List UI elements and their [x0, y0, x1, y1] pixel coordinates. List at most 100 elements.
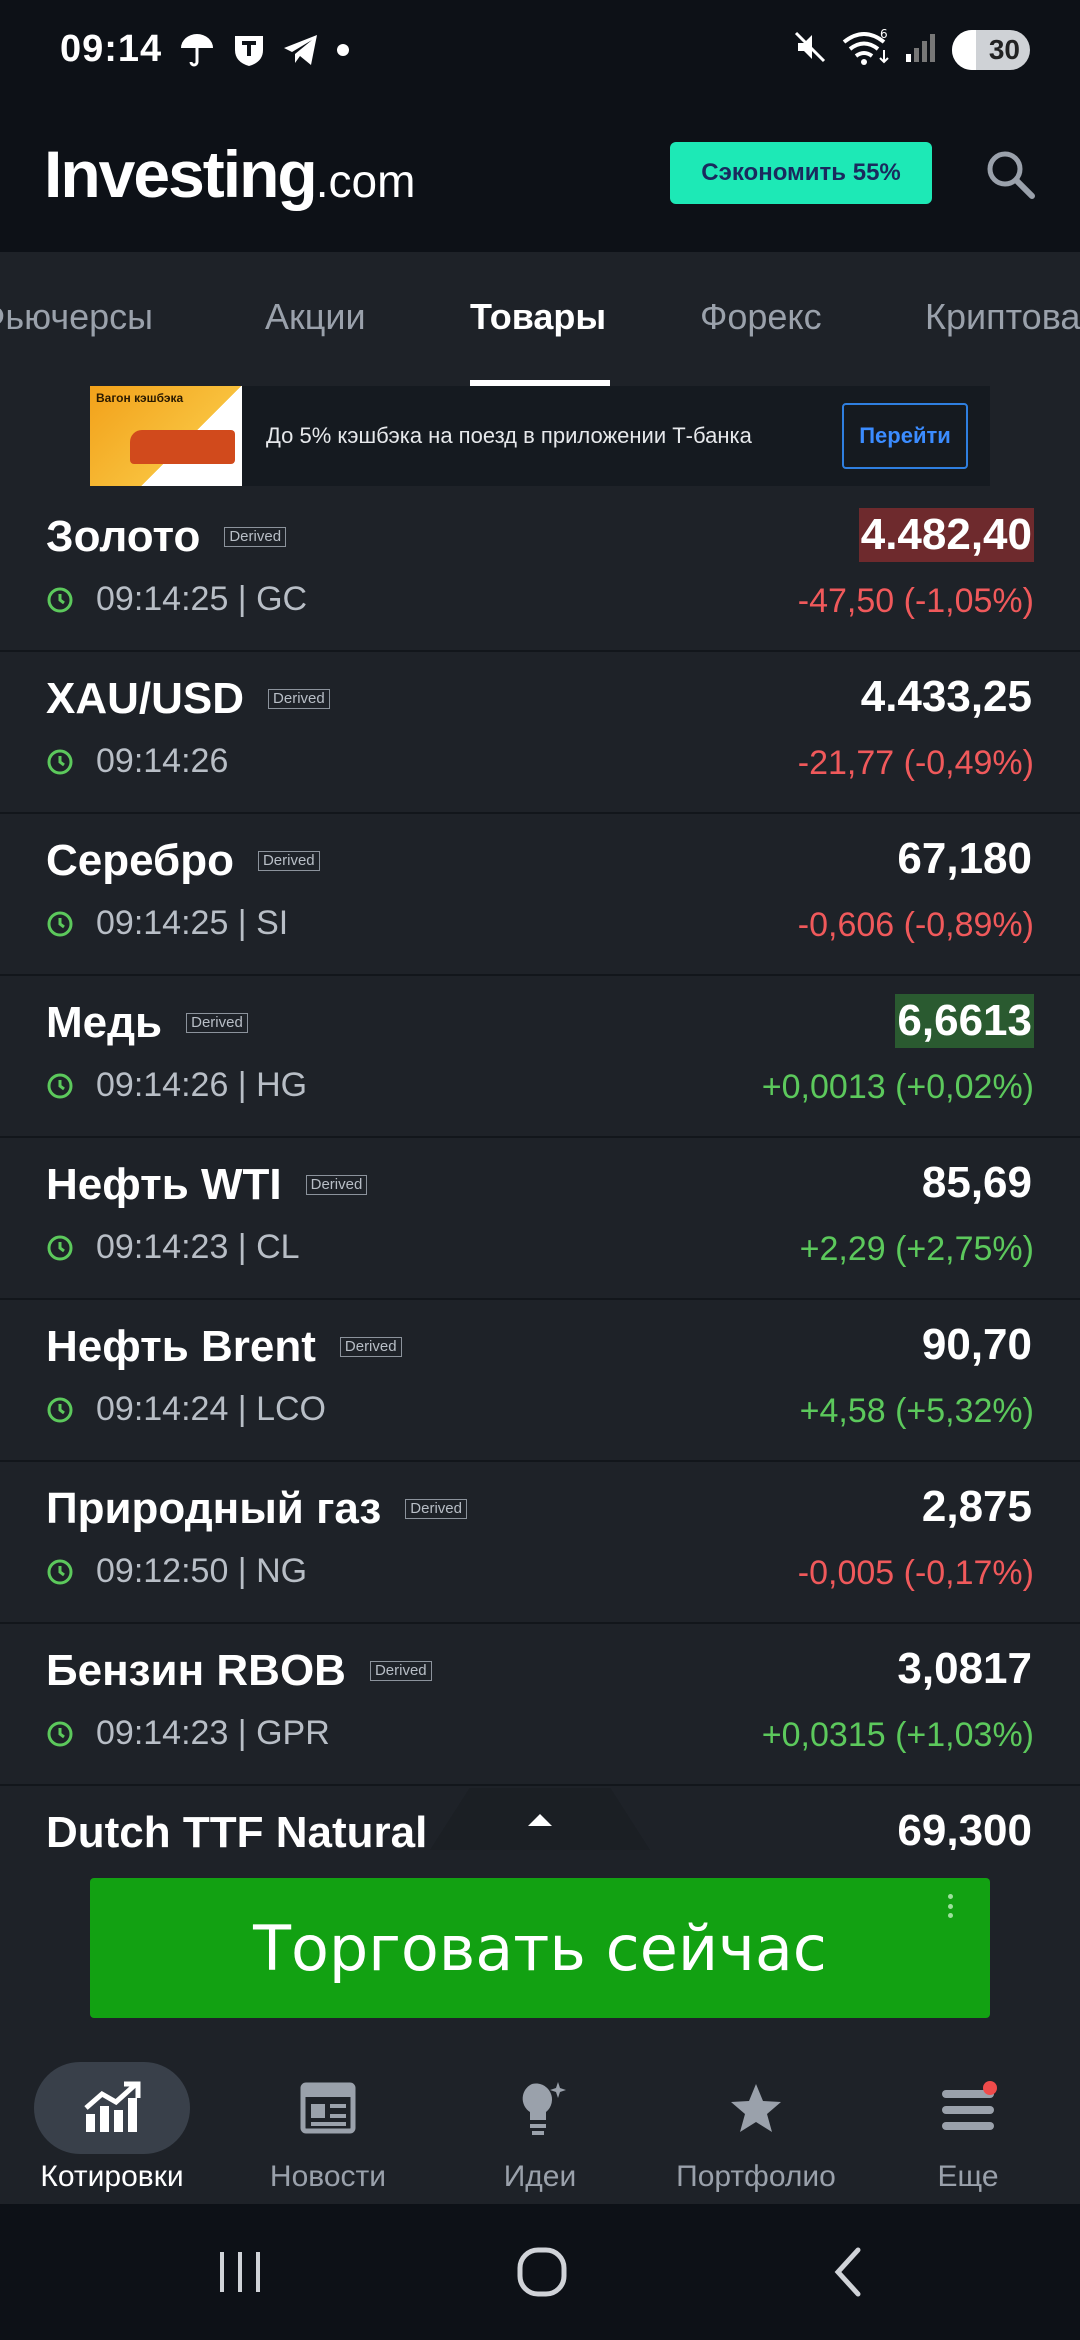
derived-badge: Derived: [305, 1175, 368, 1195]
tab-futures[interactable]: Фьючерсы: [0, 296, 153, 338]
recent-apps-icon[interactable]: [210, 2242, 270, 2302]
ad-image: Вагон кэшбэка: [90, 386, 242, 486]
quote-change: +4,58 (+5,32%): [799, 1392, 1034, 1430]
quote-change: -0,606 (-0,89%): [797, 906, 1034, 944]
trade-now-button[interactable]: Торговать сейчас: [90, 1878, 990, 2018]
back-icon[interactable]: [818, 2242, 878, 2302]
quotes-list: Золото Derived 09:14:25 | GC 4.482,40 -47…: [0, 490, 1080, 1850]
instrument-name: Медь: [46, 998, 163, 1047]
wifi-icon: 6: [842, 27, 890, 71]
clock-icon: [47, 1073, 73, 1098]
quote-row-copper[interactable]: Медь Derived 09:14:26 | HG 6,6613 +0,0013…: [0, 976, 1080, 1138]
quote-row-wti[interactable]: Нефть WTI Derived 09:14:23 | CL 85,69 +2,…: [0, 1138, 1080, 1300]
quote-row-natural-gas[interactable]: Природный газ Derived 09:12:50 | NG 2,875…: [0, 1462, 1080, 1624]
category-tabs: Фьючерсы Акции Товары Форекс Криптовалют…: [0, 252, 1080, 387]
investing-logo[interactable]: Investing.com: [44, 136, 415, 212]
instrument-name: Серебро: [46, 836, 234, 885]
derived-badge: Derived: [268, 689, 330, 709]
nav-news[interactable]: Новости: [220, 2062, 436, 2204]
mute-icon: [792, 29, 828, 70]
quote-price: 85,69: [921, 1158, 1032, 1207]
clock-icon: [47, 1559, 73, 1584]
quote-time: 09:14:26 | HG: [96, 1066, 308, 1104]
trade-ad-area: Торговать сейчас: [0, 1850, 1080, 2062]
quote-row-rbob[interactable]: Бензин RBOB Derived 09:14:23 | GPR 3,0817…: [0, 1624, 1080, 1786]
quote-time: 09:14:24 | LCO: [96, 1390, 326, 1428]
tab-commodities[interactable]: Товары: [470, 296, 606, 338]
battery-indicator: 30: [952, 29, 1030, 70]
quote-price: 2,875: [921, 1482, 1032, 1531]
clock-icon: [47, 1721, 73, 1746]
tab-stocks[interactable]: Акции: [265, 296, 366, 338]
nav-more[interactable]: Еще: [860, 2062, 1076, 2204]
status-bar: 09:14 6 30: [0, 0, 1080, 100]
quote-price: 3,0817: [897, 1644, 1032, 1693]
quote-time: 09:14:26: [96, 742, 229, 780]
telegram-icon: [282, 33, 320, 72]
ad-go-button[interactable]: Перейти: [842, 403, 968, 469]
ad-text: До 5% кэшбэка на поезд в приложении Т-ба…: [266, 423, 752, 448]
instrument-name: Dutch TTF Natural: [46, 1808, 428, 1850]
quote-change: -47,50 (-1,05%): [797, 582, 1034, 620]
derived-badge: Derived: [339, 1337, 402, 1357]
instrument-name: XAU/USD: [46, 674, 245, 723]
instrument-name: Золото: [46, 512, 201, 561]
signal-icon: [904, 30, 938, 69]
nav-quotes[interactable]: Котировки: [4, 2062, 220, 2204]
clock-icon: [47, 911, 73, 936]
clock-icon: [47, 587, 73, 612]
clock-icon: [47, 1397, 73, 1422]
quote-row-brent[interactable]: Нефть Brent Derived 09:14:24 | LCO 90,70 …: [0, 1300, 1080, 1462]
quote-price: 6,6613: [895, 994, 1034, 1048]
quote-row-silver[interactable]: Серебро Derived 09:14:25 | SI 67,180 -0,6…: [0, 814, 1080, 976]
tab-crypto[interactable]: Криптовалюта: [925, 296, 1080, 338]
quote-price: 69,300: [897, 1806, 1032, 1850]
quote-row-xau-usd[interactable]: XAU/USD Derived 09:14:26 4.433,25 -21,77 …: [0, 652, 1080, 814]
more-options-icon[interactable]: [948, 1894, 954, 1918]
quote-row-gold[interactable]: Золото Derived 09:14:25 | GC 4.482,40 -47…: [0, 490, 1080, 652]
news-icon: [300, 2082, 356, 2134]
status-time: 09:14: [60, 28, 163, 70]
instrument-name: Нефть Brent: [46, 1322, 316, 1371]
instrument-name: Бензин RBOB: [46, 1646, 346, 1695]
menu-icon: [942, 2081, 997, 2130]
instrument-name: Нефть WTI: [46, 1160, 282, 1209]
quote-time: 09:14:25 | GC: [96, 580, 308, 618]
home-icon[interactable]: [512, 2242, 572, 2302]
nav-portfolio[interactable]: Портфолио: [648, 2062, 864, 2204]
dot-icon: [336, 43, 350, 62]
quote-change: +0,0315 (+1,03%): [761, 1716, 1034, 1754]
quote-price: 4.482,40: [858, 508, 1034, 562]
quote-price: 4.433,25: [860, 672, 1032, 721]
quote-change: +0,0013 (+0,02%): [761, 1068, 1034, 1106]
quote-price: 67,180: [897, 834, 1032, 883]
nav-ideas[interactable]: Идеи: [432, 2062, 648, 2204]
clock-icon: [47, 1235, 73, 1260]
svg-text:6: 6: [880, 28, 888, 41]
ad-banner[interactable]: Вагон кэшбэка До 5% кэшбэка на поезд в п…: [90, 386, 990, 486]
search-icon[interactable]: [980, 144, 1040, 204]
quote-time: 09:14:25 | SI: [96, 904, 289, 942]
derived-badge: Derived: [369, 1661, 432, 1681]
quote-time: 09:14:23 | GPR: [96, 1714, 330, 1752]
derived-badge: Derived: [186, 1013, 248, 1033]
bottom-navigation: Котировки Новости Идеи Портфолио Еще: [0, 2062, 1080, 2204]
star-icon: [731, 2084, 781, 2132]
system-status-icons: 6 30: [792, 27, 1030, 71]
derived-badge: Derived: [257, 851, 320, 871]
promo-button[interactable]: Сэкономить 55%: [670, 142, 932, 204]
derived-badge: Derived: [405, 1499, 467, 1519]
quote-time: 09:14:23 | CL: [96, 1228, 300, 1266]
quote-time: 09:12:50 | NG: [96, 1552, 308, 1590]
instrument-name: Природный газ: [46, 1484, 382, 1533]
derived-badge: Derived: [224, 527, 287, 547]
chevron-up-icon: [528, 1814, 552, 1826]
clock-icon: [47, 749, 73, 774]
lightbulb-icon: [522, 2082, 566, 2135]
tab-forex[interactable]: Форекс: [700, 296, 822, 338]
system-navigation-bar: [0, 2204, 1080, 2340]
notification-icons: [178, 32, 350, 73]
app-header: Investing.com Сэкономить 55%: [0, 100, 1080, 252]
quote-change: +2,29 (+2,75%): [799, 1230, 1034, 1268]
chart-icon: [84, 2081, 141, 2132]
